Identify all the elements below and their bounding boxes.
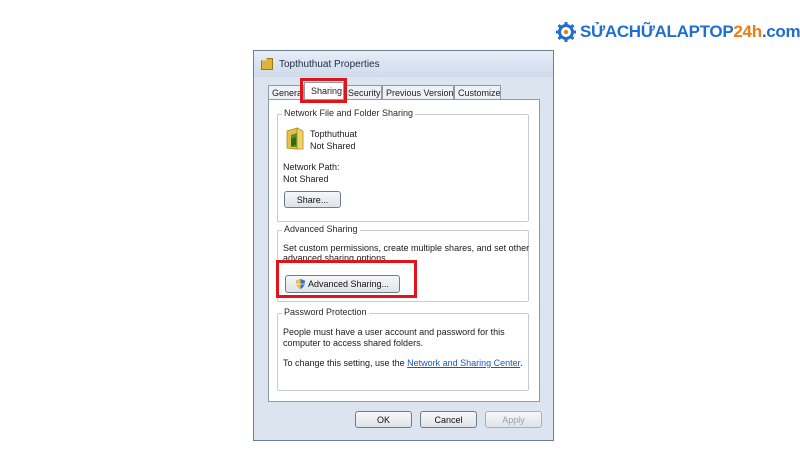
tab-previous-versions[interactable]: Previous Versions <box>382 85 454 99</box>
shared-folder-icon <box>286 127 304 150</box>
share-button[interactable]: Share... <box>284 191 341 208</box>
sharing-tab-panel: Network File and Folder Sharing Topthuth… <box>268 99 540 402</box>
group-title: Advanced Sharing <box>282 224 360 234</box>
advanced-sharing-highlight <box>276 260 417 298</box>
brand-logo: SỬACHỮALAPTOP24h.com <box>556 22 800 42</box>
tab-customize[interactable]: Customize <box>454 85 501 99</box>
properties-dialog: Topthuthuat Properties General Sharing S… <box>253 50 554 441</box>
password-text-2: computer to access shared folders. <box>283 338 424 348</box>
tab-general[interactable]: General <box>268 85 304 99</box>
network-sharing-group: Network File and Folder Sharing Topthuth… <box>277 108 529 222</box>
folder-status: Not Shared <box>310 141 356 151</box>
cancel-button[interactable]: Cancel <box>420 411 477 428</box>
brand-text: SỬACHỮALAPTOP24h.com <box>580 22 800 41</box>
network-path-value: Not Shared <box>283 174 329 184</box>
window-title: Topthuthuat Properties <box>279 58 380 70</box>
group-title: Password Protection <box>282 307 369 317</box>
tab-sharing[interactable]: Sharing <box>304 82 344 99</box>
group-title: Network File and Folder Sharing <box>282 108 416 118</box>
network-path-label: Network Path: <box>283 162 340 172</box>
folder-name: Topthuthuat <box>310 129 358 139</box>
ok-button[interactable]: OK <box>355 411 412 428</box>
title-bar[interactable]: Topthuthuat Properties <box>254 51 553 77</box>
network-sharing-center-link[interactable]: Network and Sharing Center <box>407 358 520 368</box>
password-change-text: To change this setting, use the Network … <box>283 358 523 368</box>
advanced-sharing-description-1: Set custom permissions, create multiple … <box>283 243 530 253</box>
apply-button[interactable]: Apply <box>485 411 542 428</box>
gear-icon <box>556 22 576 42</box>
tab-security[interactable]: Security <box>344 85 382 99</box>
password-text-1: People must have a user account and pass… <box>283 327 505 337</box>
folder-icon <box>261 58 273 70</box>
password-protection-group: Password Protection People must have a u… <box>277 307 529 391</box>
